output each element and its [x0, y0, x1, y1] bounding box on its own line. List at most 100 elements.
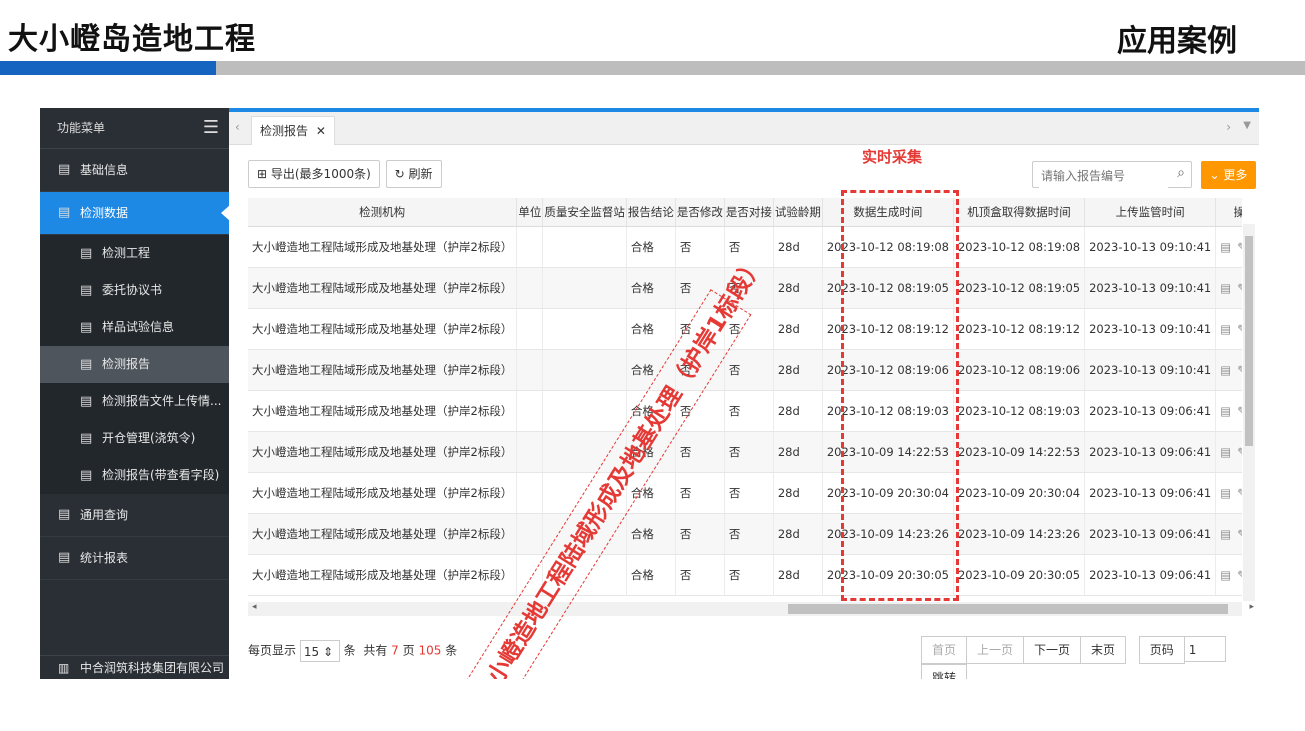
close-icon[interactable]: ✕ — [316, 124, 326, 138]
edit-icon[interactable]: ✎ — [1237, 568, 1242, 582]
table-cell: 大小嶝造地工程陆域形成及地基处理（护岸2标段） — [248, 267, 518, 309]
table-cell: 28d — [773, 390, 823, 432]
table-row[interactable]: 大小嶝造地工程陆域形成及地基处理（护岸2标段） 合格否否 28d 2023-10-09… — [248, 513, 1242, 555]
sidebar-item-label: 检测数据 — [80, 206, 129, 220]
edit-icon[interactable]: ✎ — [1237, 240, 1242, 254]
more-button[interactable]: ⌄ 更多 — [1201, 161, 1256, 189]
view-icon[interactable]: ▤ — [1220, 240, 1237, 254]
next-page-button[interactable]: 下一页 — [1023, 636, 1082, 664]
list-icon: ▤ — [58, 205, 71, 220]
list-icon: ▤ — [80, 468, 93, 483]
scrollbar-thumb[interactable] — [1245, 236, 1253, 446]
col-header[interactable]: 检测机构 — [248, 198, 518, 227]
col-header[interactable]: 单位 — [516, 198, 544, 227]
sidebar-item-test-data[interactable]: ▤ 检测数据 — [40, 192, 230, 235]
go-button[interactable]: 跳转 — [921, 664, 968, 679]
page-number-input[interactable]: 1 — [1183, 636, 1226, 662]
menu-collapse-icon[interactable]: ☰ — [203, 108, 219, 148]
edit-icon[interactable]: ✎ — [1237, 527, 1242, 541]
edit-icon[interactable]: ✎ — [1237, 404, 1242, 418]
table-cell: 合格 — [626, 554, 676, 596]
view-icon[interactable]: ▤ — [1220, 363, 1237, 377]
scrollbar-thumb[interactable] — [788, 604, 1228, 614]
sidebar-sub-item-6[interactable]: ▤ 检测报告(带查看字段) — [40, 457, 229, 494]
edit-icon[interactable]: ✎ — [1237, 486, 1242, 500]
col-header[interactable]: 是否对接 — [724, 198, 774, 227]
scroll-left-icon[interactable]: ◂ — [252, 602, 257, 612]
sidebar-sub-item-4[interactable]: ▤ 检测报告文件上传情... — [40, 383, 229, 420]
sidebar-sub-item-3[interactable]: ▤ 检测报告 — [40, 346, 229, 383]
table-row[interactable]: 大小嶝造地工程陆域形成及地基处理（护岸2标段） 合格否否 28d 2023-10-12… — [248, 349, 1242, 391]
view-icon[interactable]: ▤ — [1220, 568, 1237, 582]
table-cell: 大小嶝造地工程陆域形成及地基处理（护岸2标段） — [248, 226, 518, 268]
refresh-label: 刷新 — [408, 167, 433, 181]
sidebar: 功能菜单 ☰ ▤ 基础信息 ▤ 检测数据 ▤ 检测工程 ▤ 委托协议书 ▤ 样品试验信… — [40, 108, 230, 679]
table-cell: 2023-10-09 14:23:26 — [953, 513, 1086, 555]
vertical-scrollbar[interactable] — [1243, 224, 1255, 601]
refresh-button[interactable]: ↻ 刷新 — [385, 160, 442, 188]
tab-test-report[interactable]: 检测报告 ✕ — [251, 116, 335, 145]
table-row[interactable]: 大小嶝造地工程陆域形成及地基处理（护岸2标段） 合格否否 28d 2023-10-09… — [248, 554, 1242, 596]
sidebar-sub-label: 样品试验信息 — [102, 320, 175, 334]
more-label: 更多 — [1223, 168, 1248, 182]
view-icon[interactable]: ▤ — [1220, 486, 1237, 500]
table-cell: 2023-10-13 09:06:41 — [1084, 472, 1217, 514]
search-box: ⌕ — [1032, 161, 1192, 188]
sidebar-item-reports[interactable]: ▤ 统计报表 — [40, 537, 229, 580]
view-icon[interactable]: ▤ — [1220, 404, 1237, 418]
view-icon[interactable]: ▤ — [1220, 322, 1237, 336]
table-cell — [516, 472, 544, 514]
search-input[interactable] — [1039, 163, 1168, 188]
sidebar-item-basic-info[interactable]: ▤ 基础信息 — [40, 149, 229, 192]
table-cell: 否 — [724, 431, 774, 473]
export-button[interactable]: ⊞ 导出(最多1000条) — [248, 160, 380, 188]
sidebar-item-label: 通用查询 — [80, 508, 129, 522]
col-header[interactable]: 质量安全监督站 — [542, 198, 627, 227]
edit-icon[interactable]: ✎ — [1237, 322, 1242, 336]
table-cell: 大小嶝造地工程陆域形成及地基处理（护岸2标段） — [248, 554, 518, 596]
prev-page-button[interactable]: 上一页 — [966, 636, 1025, 664]
view-icon[interactable]: ▤ — [1220, 445, 1237, 459]
slide-title: 大小嶝岛造地工程 — [8, 22, 256, 57]
sidebar-sub-item-5[interactable]: ▤ 开仓管理(浇筑令) — [40, 420, 229, 457]
realtime-highlight-box — [841, 190, 959, 601]
sidebar-sub-item-2[interactable]: ▤ 样品试验信息 — [40, 309, 229, 346]
table-row[interactable]: 大小嶝造地工程陆域形成及地基处理（护岸2标段） 合格否否 28d 2023-10-12… — [248, 390, 1242, 432]
per-page-select[interactable]: 15 ⇕ — [299, 640, 340, 662]
table-cell: 28d — [773, 513, 823, 555]
tab-scroll-left-icon[interactable]: ‹ — [235, 120, 240, 134]
edit-icon[interactable]: ✎ — [1237, 445, 1242, 459]
tab-scroll-right-icon[interactable]: › — [1226, 120, 1231, 134]
search-icon[interactable]: ⌕ — [1177, 165, 1185, 181]
col-header[interactable]: 上传监管时间 — [1084, 198, 1217, 227]
scroll-right-icon[interactable]: ▸ — [1249, 602, 1254, 612]
updown-icon: ⇕ — [322, 645, 334, 659]
last-page-button[interactable]: 末页 — [1080, 636, 1127, 664]
table-row[interactable]: 大小嶝造地工程陆域形成及地基处理（护岸2标段） 合格否否 28d 2023-10-09… — [248, 472, 1242, 514]
chevron-down-icon[interactable]: ▼ — [1243, 120, 1251, 131]
col-header[interactable]: 机顶盒取得数据时间 — [953, 198, 1086, 227]
edit-icon[interactable]: ✎ — [1237, 281, 1242, 295]
table-cell: 大小嶝造地工程陆域形成及地基处理（护岸2标段） — [248, 390, 518, 432]
col-header[interactable]: 是否修改 — [675, 198, 725, 227]
edit-icon[interactable]: ✎ — [1237, 363, 1242, 377]
row-actions: ▤✎▦ — [1215, 472, 1242, 514]
sidebar-item-label: 基础信息 — [80, 163, 129, 177]
table-cell: 2023-10-13 09:06:41 — [1084, 554, 1217, 596]
first-page-button[interactable]: 首页 — [921, 636, 968, 664]
list-icon: ▤ — [80, 357, 93, 372]
view-icon[interactable]: ▤ — [1220, 281, 1237, 295]
table-cell — [516, 513, 544, 555]
sidebar-sub-item-1[interactable]: ▤ 委托协议书 — [40, 272, 229, 309]
col-header[interactable]: 试验龄期 — [773, 198, 823, 227]
table-row[interactable]: 大小嶝造地工程陆域形成及地基处理（护岸2标段） 合格否否 28d 2023-10-09… — [248, 431, 1242, 473]
sidebar-header-label: 功能菜单 — [57, 121, 106, 135]
horizontal-scrollbar[interactable]: ◂ ▸ — [248, 602, 1254, 616]
export-label: 导出(最多1000条) — [270, 167, 371, 181]
col-header[interactable]: 报告结论 — [626, 198, 676, 227]
sidebar-item-query[interactable]: ▤ 通用查询 — [40, 494, 229, 537]
sidebar-sub-item-0[interactable]: ▤ 检测工程 — [40, 235, 229, 272]
table-cell — [516, 308, 544, 350]
table-cell: 28d — [773, 226, 823, 268]
view-icon[interactable]: ▤ — [1220, 527, 1237, 541]
